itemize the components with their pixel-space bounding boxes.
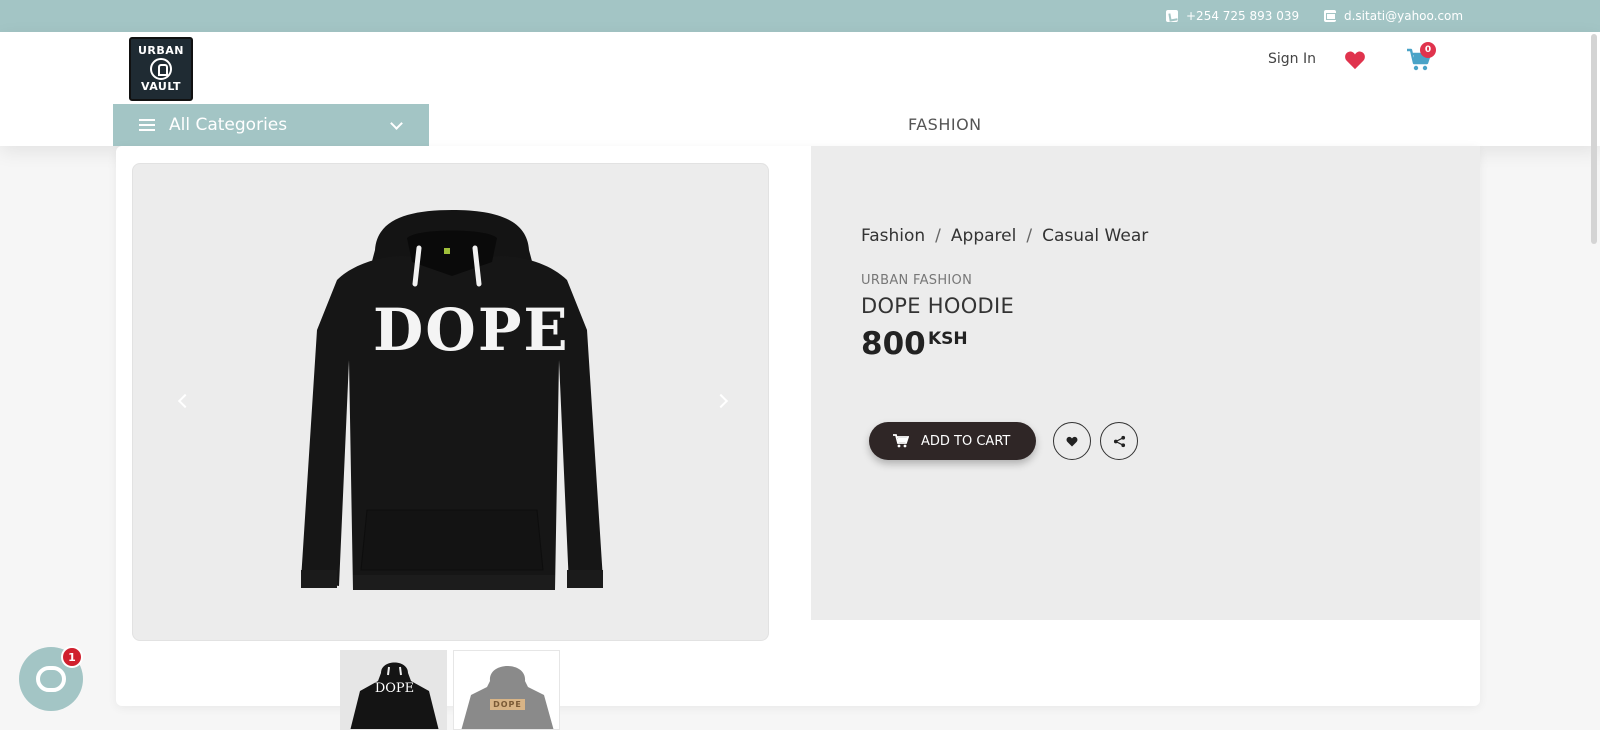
product-image[interactable] bbox=[297, 210, 607, 602]
top-contact-bar: +254 725 893 039 d.sitati@yahoo.com bbox=[0, 0, 1600, 32]
mail-icon bbox=[1324, 10, 1336, 22]
add-to-cart-label: ADD TO CART bbox=[921, 433, 1011, 449]
chevron-down-icon bbox=[390, 117, 403, 130]
share-icon bbox=[1113, 435, 1125, 447]
breadcrumb-separator: / bbox=[935, 226, 941, 246]
gallery-next-arrow-icon[interactable] bbox=[713, 393, 729, 409]
phone-contact[interactable]: +254 725 893 039 bbox=[1166, 0, 1299, 32]
product-image-print: DOPE bbox=[373, 296, 570, 364]
add-to-wishlist-button[interactable] bbox=[1053, 422, 1091, 460]
sign-in-link[interactable]: Sign In bbox=[1268, 51, 1316, 67]
breadcrumb-separator: / bbox=[1026, 226, 1033, 246]
thumbnail-grey-image bbox=[461, 666, 554, 729]
cart-icon bbox=[893, 434, 909, 448]
chat-bubble-icon bbox=[36, 666, 66, 692]
thumbnail-black[interactable]: DOPE bbox=[340, 650, 447, 730]
site-logo[interactable]: URBAN VAULT bbox=[129, 37, 193, 101]
breadcrumb-item-fashion[interactable]: Fashion bbox=[861, 226, 925, 246]
heart-icon bbox=[1066, 436, 1078, 446]
gallery-prev-arrow-icon[interactable] bbox=[177, 393, 193, 409]
wishlist-heart-icon[interactable] bbox=[1344, 50, 1366, 70]
page-scrollbar[interactable] bbox=[1591, 34, 1597, 244]
site-header: URBAN VAULT Sign In 0 All Categories FAS… bbox=[0, 32, 1600, 146]
add-to-cart-button[interactable]: ADD TO CART bbox=[869, 422, 1036, 460]
product-brand: URBAN FASHION bbox=[861, 273, 973, 288]
cart-count-badge: 0 bbox=[1420, 42, 1436, 58]
product-price: 800 bbox=[861, 326, 926, 362]
thumbnail-grey-print: DOPE bbox=[493, 700, 522, 709]
phone-icon bbox=[1166, 10, 1178, 22]
product-info-panel bbox=[811, 146, 1480, 620]
nav-item-fashion[interactable]: FASHION bbox=[908, 115, 982, 134]
menu-icon bbox=[139, 119, 155, 131]
chat-notification-badge: 1 bbox=[61, 646, 83, 668]
logo-text-bottom: VAULT bbox=[140, 80, 182, 93]
price-currency: KSH bbox=[928, 329, 968, 349]
phone-number: +254 725 893 039 bbox=[1186, 9, 1300, 23]
product-image-gallery: DOPE bbox=[132, 163, 769, 641]
breadcrumb: Fashion / Apparel / Casual Wear bbox=[861, 226, 1148, 246]
breadcrumb-item-apparel[interactable]: Apparel bbox=[951, 226, 1016, 246]
categories-label: All Categories bbox=[169, 115, 288, 135]
product-title: DOPE HOODIE bbox=[861, 294, 1015, 318]
email-address: d.sitati@yahoo.com bbox=[1344, 9, 1464, 23]
thumbnail-grey[interactable]: DOPE bbox=[453, 650, 560, 730]
email-contact[interactable]: d.sitati@yahoo.com bbox=[1324, 0, 1463, 32]
breadcrumb-item-casual-wear[interactable]: Casual Wear bbox=[1042, 226, 1148, 246]
all-categories-dropdown[interactable]: All Categories bbox=[113, 104, 429, 146]
share-button[interactable] bbox=[1100, 422, 1138, 460]
logo-text-top: URBAN bbox=[137, 44, 184, 57]
logo-emblem-icon bbox=[150, 58, 172, 80]
thumbnail-black-print: DOPE bbox=[374, 681, 415, 696]
